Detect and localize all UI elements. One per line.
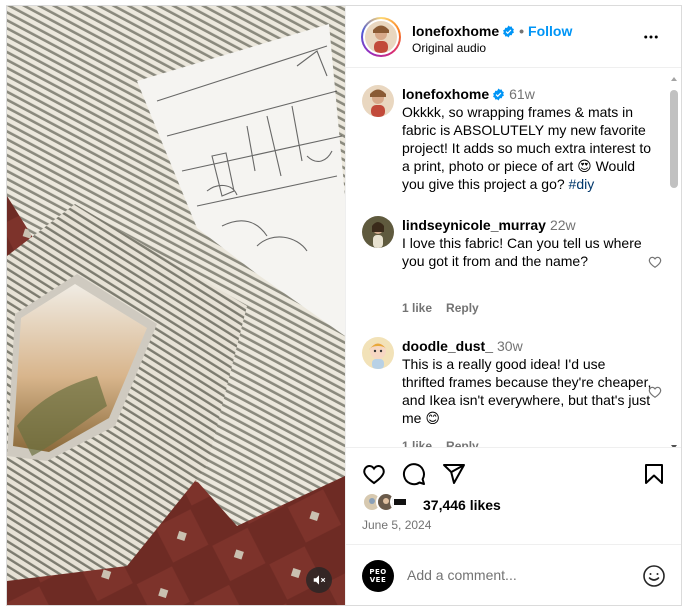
comment-like-icon[interactable] (648, 385, 662, 399)
comment-username[interactable]: doodle_dust_ (402, 338, 493, 354)
avatar[interactable]: PEO VEE (362, 560, 394, 592)
post-photo (7, 6, 345, 605)
comment-like-icon[interactable] (648, 255, 662, 269)
scrollbar-thumb[interactable] (670, 90, 678, 188)
verified-badge-icon (493, 88, 505, 101)
more-options-icon (644, 35, 658, 39)
avatar-text-line2: VEE (369, 576, 387, 584)
comment-time[interactable]: 30w (497, 338, 523, 354)
like-count[interactable]: 37,446 likes (423, 497, 501, 513)
comment-text: I love this fabric! Can you tell us wher… (402, 235, 642, 269)
comment-username[interactable]: lindseynicole_murray (402, 217, 546, 233)
follow-button[interactable]: Follow (528, 23, 572, 39)
verified-badge-icon (503, 25, 515, 38)
comment-input[interactable] (407, 565, 627, 585)
mute-button[interactable] (306, 567, 332, 593)
separator-dot: • (519, 23, 525, 39)
audio-label[interactable]: Original audio (412, 41, 486, 55)
avatar[interactable] (362, 216, 394, 248)
add-comment-bar: PEO VEE (346, 544, 681, 605)
comments-scrollbar[interactable] (670, 77, 678, 447)
comment-bubble-icon[interactable] (402, 462, 426, 486)
comment-time[interactable]: 61w (509, 86, 535, 102)
comment-username[interactable]: lonefoxhome (402, 86, 489, 102)
hashtag-link[interactable]: #diy (569, 176, 595, 192)
post-header: lonefoxhome • Follow Original audio (346, 6, 681, 68)
more-options-button[interactable] (642, 28, 660, 51)
paper-plane-icon[interactable] (442, 462, 466, 486)
comment-text: This is a really good idea! I'd use thri… (402, 356, 652, 426)
reply-button[interactable]: Reply (446, 301, 479, 315)
avatar[interactable] (362, 85, 394, 117)
comment-like-count[interactable]: 1 like (402, 301, 432, 315)
bookmark-icon[interactable] (642, 462, 666, 486)
post-sidebar: lonefoxhome • Follow Original audio lonefo… (345, 6, 681, 605)
comment-text: Okkkk, so wrapping frames & mats in fabr… (402, 104, 652, 192)
smiley-icon[interactable] (642, 564, 666, 588)
heart-icon[interactable] (362, 462, 386, 486)
scroll-up-arrow-icon[interactable] (670, 75, 678, 83)
avatar (390, 492, 410, 512)
author-avatar[interactable] (361, 17, 401, 57)
reply-button[interactable]: Reply (446, 439, 479, 447)
comments-list[interactable]: lonefoxhome 61w Okkkk, so wrapping frames… (346, 69, 681, 447)
post-date[interactable]: June 5, 2024 (362, 518, 431, 532)
comment-time[interactable]: 22w (550, 217, 576, 233)
speaker-muted-icon (313, 575, 326, 585)
avatar[interactable] (362, 337, 394, 369)
comment-like-count[interactable]: 1 like (402, 439, 432, 447)
author-username[interactable]: lonefoxhome (412, 23, 499, 39)
post-media[interactable] (7, 6, 345, 605)
post-dialog: lonefoxhome • Follow Original audio lonefo… (6, 5, 682, 606)
avatar-text-line1: PEO (369, 568, 387, 576)
